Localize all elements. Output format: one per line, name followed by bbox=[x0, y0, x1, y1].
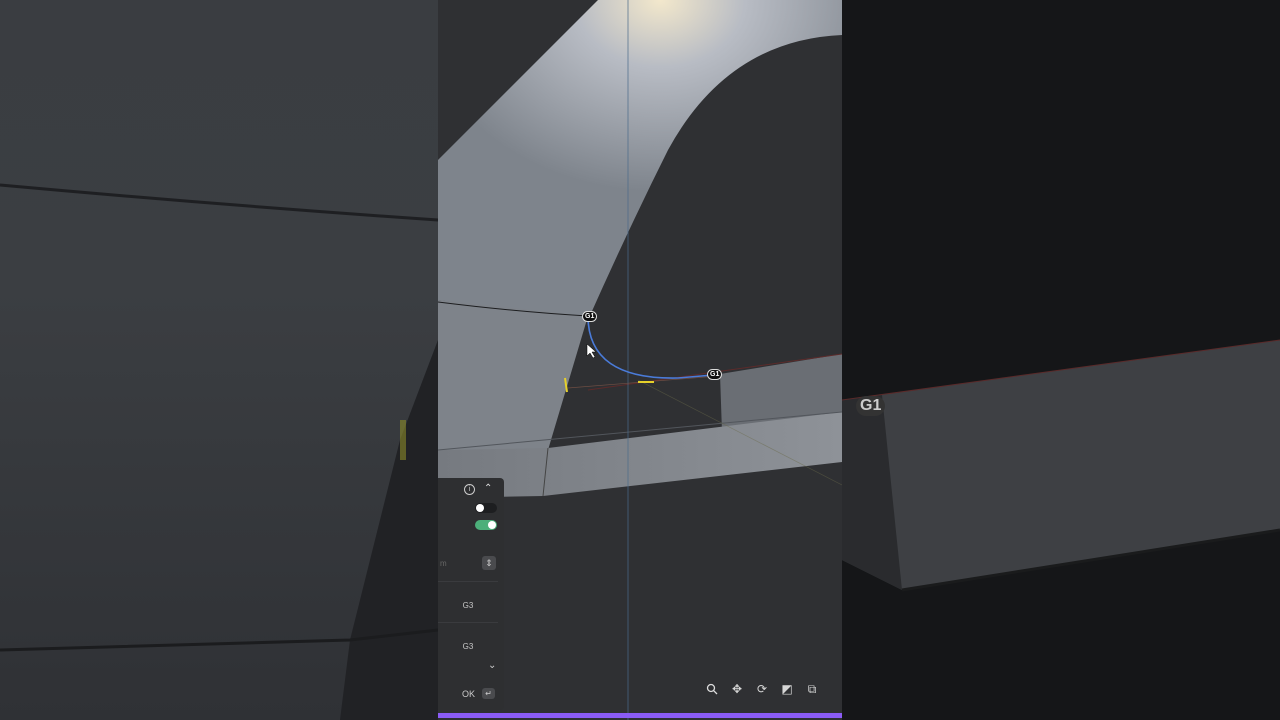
viewport-toolbar: ✥ ⟳ ◩ ⧉ bbox=[702, 678, 842, 700]
scale-icon[interactable]: ◩ bbox=[777, 679, 797, 699]
toggle-2[interactable] bbox=[475, 520, 497, 530]
progress-bar bbox=[438, 713, 842, 718]
divider-2 bbox=[438, 622, 498, 623]
toggle-1[interactable] bbox=[475, 503, 497, 513]
chevron-up-icon[interactable]: ⌃ bbox=[484, 483, 492, 494]
continuity-value-1[interactable]: G3 bbox=[438, 601, 498, 610]
toggle-2-knob bbox=[488, 521, 496, 529]
g1-tag-top[interactable]: G1 bbox=[582, 311, 598, 322]
ok-button[interactable]: OK bbox=[462, 689, 475, 699]
overlay-g1-tag: G1 bbox=[856, 396, 886, 416]
g1-tag-right[interactable]: G1 bbox=[707, 369, 723, 380]
copy-icon[interactable]: ⧉ bbox=[802, 679, 822, 699]
right-background-shapes bbox=[842, 339, 1280, 592]
stepper-icon[interactable]: ⇕ bbox=[482, 556, 496, 570]
enter-icon[interactable]: ↵ bbox=[482, 688, 495, 699]
rotate-icon[interactable]: ⟳ bbox=[752, 679, 772, 699]
properties-panel: i ⌃ m ⇕ G3 G3 ⌄ OK ↵ bbox=[438, 478, 504, 710]
search-glyph bbox=[706, 683, 718, 695]
divider-1 bbox=[438, 581, 498, 582]
continuity-value-2[interactable]: G3 bbox=[438, 642, 498, 651]
search-icon[interactable] bbox=[702, 679, 722, 699]
chevron-down-icon[interactable]: ⌄ bbox=[488, 660, 496, 671]
value-input[interactable]: m bbox=[440, 559, 447, 568]
toggle-1-knob bbox=[476, 504, 484, 512]
screen: G1 G1 G1 i ⌃ m ⇕ G3 G3 ⌄ OK ↵ ✥ ⟳ ◩ ⧉ bbox=[0, 0, 1280, 720]
left-blurred-background bbox=[0, 0, 438, 720]
right-blurred-background: G1 bbox=[842, 0, 1280, 720]
left-background-shapes bbox=[0, 183, 438, 720]
move-icon[interactable]: ✥ bbox=[727, 679, 747, 699]
info-icon[interactable]: i bbox=[464, 484, 475, 495]
